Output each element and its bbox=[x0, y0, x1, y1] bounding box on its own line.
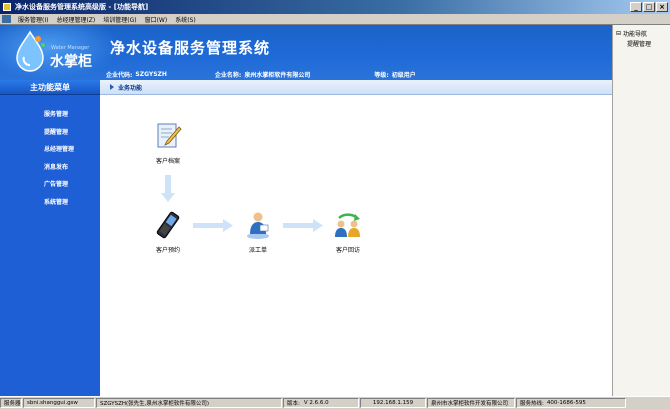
status-hotline: 服务热线: 400-1686-595 bbox=[516, 398, 626, 408]
menu-window[interactable]: 窗口(W) bbox=[141, 15, 172, 24]
right-nav-label-reminder: 提醒管理 bbox=[627, 40, 652, 48]
status-bar: 服务器 sbni.shanggui.gsw SZGYSZH(张先生,泉州水掌柜软… bbox=[0, 396, 670, 409]
level-label: 等级: bbox=[374, 71, 389, 79]
arrow-right-1-shaft bbox=[193, 223, 225, 228]
arrow-right-2-head bbox=[313, 219, 323, 232]
arrow-down-head bbox=[161, 193, 175, 202]
company-code-label: 企业代码: bbox=[106, 71, 133, 79]
node-dispatch-label: 派工单 bbox=[248, 247, 267, 254]
company-info-bar: 企业代码: SZGYSZH 企业名称: 泉州水掌柜软件有限公司 等级: 初级用户 bbox=[100, 68, 612, 80]
company-code: SZGYSZH bbox=[135, 70, 167, 78]
expand-icon: ⊟ bbox=[616, 29, 622, 37]
node-appointment[interactable]: 客户预约 bbox=[143, 210, 193, 254]
sidebar-title: 主功能菜单 bbox=[0, 80, 100, 95]
right-nav-label-function: 功能导航 bbox=[623, 30, 648, 38]
triangle-icon bbox=[110, 84, 114, 90]
company-name: 泉州水掌柜软件有限公司 bbox=[244, 71, 311, 79]
status-version-value: V 2.6.6.0 bbox=[303, 400, 329, 406]
header-banner: Water Manager 水掌柜 净水设备服务管理系统 企业代码: SZGYS… bbox=[0, 25, 612, 80]
menu-service[interactable]: 服务管理(I) bbox=[14, 15, 52, 24]
node-customer-file[interactable]: 客户档案 bbox=[143, 121, 193, 165]
status-user: SZGYSZH(张先生,泉州水掌柜软件有限公司) bbox=[96, 398, 282, 408]
app-title: 净水设备服务管理系统 bbox=[110, 39, 271, 57]
content-title: 业务功能 bbox=[118, 84, 143, 92]
level-value: 初级用户 bbox=[391, 71, 416, 79]
sidebar-item-manager[interactable]: 总经理管理 bbox=[0, 140, 100, 158]
logo: Water Manager 水掌柜 bbox=[10, 29, 105, 75]
minimize-button[interactable]: _ bbox=[630, 2, 642, 12]
window-titlebar: 净水设备服务管理系统高级版 - [功能导航] _ □ × bbox=[0, 0, 670, 14]
node-dispatch[interactable]: 派工单 bbox=[233, 210, 283, 254]
water-drop-icon bbox=[16, 30, 45, 72]
company-name-label: 企业名称: bbox=[214, 71, 242, 79]
status-server-label: 服务器 bbox=[0, 398, 22, 408]
menu-app-icon bbox=[2, 15, 11, 23]
document-edit-icon bbox=[157, 123, 182, 148]
maximize-button[interactable]: □ bbox=[643, 2, 655, 12]
node-revisit[interactable]: 客户回访 bbox=[323, 210, 373, 254]
status-version: 版本: V 2.6.6.0 bbox=[283, 398, 359, 408]
status-hotline-label: 服务热线: bbox=[520, 401, 544, 407]
status-hotline-value: 400-1686-595 bbox=[546, 400, 586, 406]
menu-bar: 服务管理(I) 总经理管理(Z) 培训管理(G) 窗口(W) 系统(S) bbox=[0, 14, 670, 25]
node-customer-file-label: 客户档案 bbox=[155, 158, 180, 165]
content-header: 业务功能 bbox=[100, 80, 612, 95]
sidebar-item-service[interactable]: 服务管理 bbox=[0, 105, 100, 123]
status-company: 泉州市水掌柜软件开发有限公司 bbox=[427, 398, 515, 408]
right-nav-item-function[interactable]: ⊟ 功能导航 bbox=[613, 28, 670, 38]
logo-text: 水掌柜 bbox=[50, 54, 92, 70]
sidebar: 主功能菜单 服务管理 提醒管理 总经理管理 消息发布 广告管理 系统管理 bbox=[0, 80, 100, 396]
right-nav-item-reminder[interactable]: 提醒管理 bbox=[613, 38, 670, 48]
menu-training[interactable]: 培训管理(G) bbox=[99, 15, 140, 24]
sidebar-item-ads[interactable]: 广告管理 bbox=[0, 175, 100, 193]
sidebar-item-reminder[interactable]: 提醒管理 bbox=[0, 123, 100, 141]
arrow-down-shaft bbox=[165, 175, 171, 195]
people-cycle-icon bbox=[335, 213, 360, 237]
status-server: sbni.shanggui.gsw bbox=[23, 398, 95, 408]
menu-manager[interactable]: 总经理管理(Z) bbox=[52, 15, 99, 24]
app-icon bbox=[3, 3, 11, 11]
close-button[interactable]: × bbox=[656, 2, 668, 12]
right-nav-panel: ⊟ 功能导航 提醒管理 bbox=[612, 25, 670, 396]
status-version-label: 版本: bbox=[287, 401, 300, 407]
node-appointment-label: 客户预约 bbox=[155, 247, 180, 254]
node-revisit-label: 客户回访 bbox=[335, 247, 360, 254]
window-title: 净水设备服务管理系统高级版 - [功能导航] bbox=[15, 3, 149, 11]
arrow-right-2-shaft bbox=[283, 223, 315, 228]
worker-icon bbox=[247, 212, 269, 239]
main-content: 业务功能 客户档案 客户预约 派工单 客户回访 bbox=[100, 80, 612, 396]
sidebar-item-system[interactable]: 系统管理 bbox=[0, 193, 100, 211]
arrow-right-1-head bbox=[223, 219, 233, 232]
phone-icon bbox=[156, 211, 180, 239]
workflow-diagram: 客户档案 客户预约 派工单 客户回访 bbox=[100, 95, 612, 396]
menu-system[interactable]: 系统(S) bbox=[171, 15, 200, 24]
sidebar-item-message[interactable]: 消息发布 bbox=[0, 158, 100, 176]
status-ip: 192.168.1.159 bbox=[360, 398, 426, 408]
